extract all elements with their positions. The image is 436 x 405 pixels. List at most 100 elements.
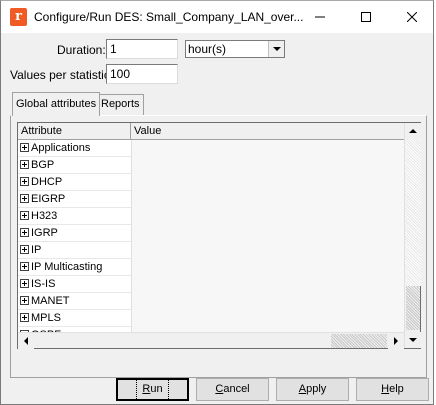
- attribute-cell[interactable]: MANET: [18, 293, 131, 310]
- value-cell[interactable]: [131, 259, 404, 276]
- duration-input[interactable]: 1: [106, 39, 178, 59]
- table-row[interactable]: Applications: [18, 140, 404, 157]
- configure-run-dialog: r Configure/Run DES: Small_Company_LAN_o…: [0, 0, 434, 405]
- table-row[interactable]: H323: [18, 208, 404, 225]
- scroll-track[interactable]: [405, 139, 421, 286]
- cancel-button[interactable]: Cancel: [196, 378, 269, 401]
- maximize-button[interactable]: [343, 1, 389, 33]
- attribute-name: IP: [31, 244, 42, 256]
- column-header-value[interactable]: Value: [131, 123, 404, 140]
- attribute-cell[interactable]: EIGRP: [18, 191, 131, 208]
- dropdown-button[interactable]: [268, 41, 284, 57]
- apply-button[interactable]: Apply: [276, 378, 349, 401]
- minimize-button[interactable]: [297, 1, 343, 33]
- arrow-left-icon: [23, 337, 28, 345]
- scroll-down-button[interactable]: [405, 332, 421, 348]
- horizontal-scrollbar[interactable]: [18, 332, 404, 349]
- expand-plus-icon[interactable]: [20, 177, 29, 186]
- table-row[interactable]: EIGRP: [18, 191, 404, 208]
- value-cell[interactable]: [131, 191, 404, 208]
- attribute-cell[interactable]: Applications: [18, 140, 131, 157]
- expand-plus-icon[interactable]: [20, 228, 29, 237]
- table-row[interactable]: IP Multicasting: [18, 259, 404, 276]
- value-cell[interactable]: [131, 174, 404, 191]
- run-button[interactable]: Run: [116, 378, 189, 401]
- value-cell[interactable]: [131, 293, 404, 310]
- title-bar[interactable]: r Configure/Run DES: Small_Company_LAN_o…: [1, 1, 433, 33]
- app-icon: r: [10, 8, 27, 26]
- attribute-name: IP Multicasting: [31, 261, 103, 273]
- table-row[interactable]: IS-IS: [18, 276, 404, 293]
- duration-unit-select[interactable]: hour(s): [185, 40, 285, 58]
- attribute-cell[interactable]: BGP: [18, 157, 131, 174]
- value-cell[interactable]: [131, 208, 404, 225]
- minimize-icon: [315, 16, 325, 18]
- value-cell[interactable]: [131, 242, 404, 259]
- attribute-name: MPLS: [31, 312, 61, 324]
- expand-plus-icon[interactable]: [20, 262, 29, 271]
- value-cell[interactable]: [131, 276, 404, 293]
- table-row[interactable]: IP: [18, 242, 404, 259]
- arrow-up-icon: [409, 128, 417, 133]
- column-header-attribute[interactable]: Attribute: [18, 123, 131, 140]
- value-cell[interactable]: [131, 310, 404, 327]
- table-row[interactable]: IGRP: [18, 225, 404, 242]
- table-header: Attribute Value: [18, 123, 404, 140]
- scroll-thumb[interactable]: [406, 286, 420, 330]
- expand-plus-icon[interactable]: [20, 279, 29, 288]
- window-title: Configure/Run DES: Small_Company_LAN_ove…: [34, 10, 304, 24]
- attribute-table: Attribute Value Applications BGP DHCP EIGRP…: [17, 122, 421, 349]
- attribute-name: EIGRP: [31, 193, 66, 205]
- tab-reports[interactable]: Reports: [97, 94, 144, 116]
- duration-label: Duration:: [57, 43, 106, 57]
- attribute-name: H323: [31, 210, 58, 222]
- attribute-name: IGRP: [31, 227, 58, 239]
- expand-plus-icon[interactable]: [20, 211, 29, 220]
- values-per-statistic-input[interactable]: 100: [106, 64, 178, 84]
- close-icon: [407, 12, 417, 22]
- table-row[interactable]: BGP: [18, 157, 404, 174]
- attribute-cell[interactable]: DHCP: [18, 174, 131, 191]
- arrow-down-icon: [409, 337, 417, 342]
- table-body: Applications BGP DHCP EIGRP H323 IGRP IP IP Mul…: [18, 140, 404, 348]
- expand-plus-icon[interactable]: [20, 296, 29, 305]
- table-row[interactable]: MPLS: [18, 310, 404, 327]
- expand-plus-icon[interactable]: [20, 194, 29, 203]
- value-cell[interactable]: [131, 157, 404, 174]
- vertical-scrollbar[interactable]: [404, 123, 421, 348]
- duration-unit-value: hour(s): [188, 42, 227, 56]
- attribute-cell[interactable]: MPLS: [18, 310, 131, 327]
- expand-plus-icon[interactable]: [20, 245, 29, 254]
- attribute-cell[interactable]: IS-IS: [18, 276, 131, 293]
- chevron-down-icon: [272, 46, 281, 51]
- value-cell[interactable]: [131, 225, 404, 242]
- attribute-cell[interactable]: IP Multicasting: [18, 259, 131, 276]
- attribute-cell[interactable]: IP: [18, 242, 131, 259]
- help-button[interactable]: Help: [356, 378, 429, 401]
- attribute-cell[interactable]: IGRP: [18, 225, 131, 242]
- attribute-name: MANET: [31, 295, 70, 307]
- value-cell[interactable]: [131, 140, 404, 157]
- attribute-name: BGP: [31, 159, 55, 171]
- tab-global-attributes[interactable]: Global attributes: [12, 92, 101, 116]
- help-button-label: Help: [381, 383, 404, 395]
- expand-plus-icon[interactable]: [20, 160, 29, 169]
- scroll-up-button[interactable]: [405, 123, 421, 139]
- scroll-right-button[interactable]: [388, 333, 404, 349]
- expand-plus-icon[interactable]: [20, 143, 29, 152]
- attribute-name: DHCP: [31, 176, 63, 188]
- attribute-cell[interactable]: H323: [18, 208, 131, 225]
- table-row[interactable]: DHCP: [18, 174, 404, 191]
- attribute-name: IS-IS: [31, 278, 56, 290]
- maximize-icon: [361, 12, 371, 22]
- values-per-statistic-label: Values per statistic:: [10, 68, 114, 82]
- scroll-left-button[interactable]: [18, 333, 34, 349]
- apply-button-label: Apply: [298, 383, 327, 395]
- cancel-button-label: Cancel: [215, 383, 250, 395]
- expand-plus-icon[interactable]: [20, 313, 29, 322]
- table-row[interactable]: MANET: [18, 293, 404, 310]
- arrow-right-icon: [393, 337, 398, 345]
- horizontal-scroll-thumb[interactable]: [331, 334, 387, 348]
- close-button[interactable]: [389, 1, 435, 33]
- attribute-name: Applications: [31, 142, 91, 154]
